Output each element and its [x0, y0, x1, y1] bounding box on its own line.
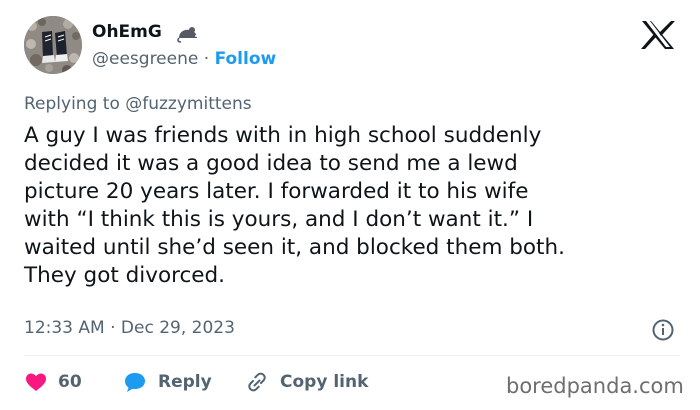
- author-name[interactable]: OhEmG: [92, 22, 162, 42]
- reply-label: Reply: [158, 372, 212, 392]
- handle-separator: ·: [198, 49, 215, 69]
- speech-bubble-icon: [125, 373, 145, 392]
- tweet-timestamp[interactable]: 12:33 AM · Dec 29, 2023: [24, 318, 235, 338]
- like-count: 60: [58, 372, 82, 392]
- follow-button[interactable]: Follow: [215, 49, 277, 69]
- copy-link-button[interactable]: Copy link: [244, 370, 368, 394]
- author-handle-row: @eesgreene · Follow: [92, 49, 276, 69]
- author-handle[interactable]: @eesgreene: [92, 49, 198, 69]
- heart-icon: [26, 373, 46, 391]
- reply-target-link[interactable]: @fuzzymittens: [125, 94, 251, 114]
- divider: [24, 355, 680, 356]
- reply-prefix: Replying to: [24, 94, 126, 114]
- reply-button[interactable]: Reply: [122, 370, 212, 394]
- watermark: boredpanda.com: [506, 374, 684, 398]
- reply-context: Replying to @fuzzymittens: [24, 94, 252, 114]
- link-icon: [248, 372, 266, 392]
- mouse-icon: [177, 27, 197, 43]
- tweet-text: A guy I was friends with in high school …: [24, 123, 565, 288]
- avatar[interactable]: [24, 16, 82, 74]
- copy-link-label: Copy link: [280, 372, 369, 392]
- like-button[interactable]: 60: [24, 370, 82, 394]
- info-icon[interactable]: [651, 318, 675, 342]
- x-logo-icon[interactable]: [640, 19, 676, 51]
